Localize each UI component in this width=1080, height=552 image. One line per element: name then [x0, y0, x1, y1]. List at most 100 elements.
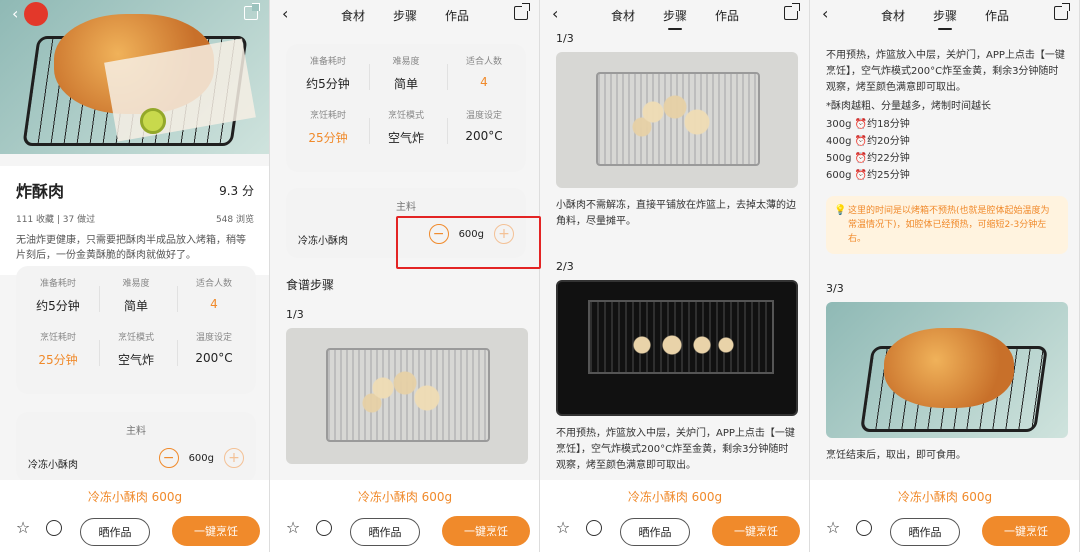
show-work-button[interactable]: 晒作品: [350, 518, 420, 546]
stat-label: 准备耗时: [309, 57, 346, 67]
comment-icon[interactable]: [316, 520, 332, 536]
minus-icon[interactable]: −: [158, 448, 179, 468]
top-nav: ‹ 食材 步骤 作品: [270, 0, 539, 30]
quantity-stepper[interactable]: − 600g +: [158, 448, 244, 468]
stat-label: 难易度: [392, 57, 420, 67]
stat-servings: 适合人数 4: [448, 54, 520, 92]
tab-works[interactable]: 作品: [715, 7, 739, 24]
step-2-text: 不用预热，炸篮放入中层，关炉门，APP上点击【一键烹饪】，空气炸模式200°C炸…: [826, 50, 1065, 93]
stat-cook-time: 烹饪耗时 25分钟: [292, 108, 370, 146]
tab-steps[interactable]: 步骤: [663, 7, 687, 24]
tomato-decoration: [24, 2, 48, 26]
bottom-bar: 冷冻小酥肉 600g ☆ 晒作品 一键烹饪: [810, 480, 1079, 552]
stats-row-1: 准备耗时 约5分钟 难易度 简单 适合人数 4: [292, 54, 520, 92]
comment-icon[interactable]: [46, 520, 62, 536]
ingredient-qty: 600g: [188, 452, 214, 464]
tip-box: 💡 这里的时间是以烤箱不预热(也就是腔体起始温度为常温情况下)，如腔体已经预热，…: [826, 196, 1068, 254]
one-click-cook-button[interactable]: 一键烹饪: [712, 516, 800, 546]
share-icon[interactable]: [244, 3, 260, 20]
stat-difficulty: 难易度 简单: [100, 276, 178, 314]
screenshot-panels: ‹ 炸酥肉 9.3 分 111 收藏 | 37 做过 548 浏览 无油炸更健康…: [0, 0, 1080, 552]
recipe-title-block: 炸酥肉 9.3 分 111 收藏 | 37 做过 548 浏览 无油炸更健康，只…: [0, 166, 269, 275]
stat-label: 烹饪模式: [117, 333, 154, 343]
stat-value: 25分钟: [308, 131, 348, 145]
main-ingredients-title: 主料: [126, 426, 146, 437]
stat-temperature: 温度设定 200°C: [448, 108, 520, 146]
timing-300g: 300g ⏰约18分钟: [826, 119, 910, 130]
share-icon[interactable]: [784, 3, 800, 20]
tip-text: 这里的时间是以烤箱不预热(也就是腔体起始温度为常温情况下)，如腔体已经预热，可缩…: [848, 206, 1050, 244]
one-click-cook-button[interactable]: 一键烹饪: [442, 516, 530, 546]
tab-ingredients[interactable]: 食材: [881, 7, 905, 24]
timing-note: *酥肉越粗、分量越多，烤制时间越长: [826, 101, 991, 112]
tabs: 食材 步骤 作品: [881, 7, 1009, 24]
star-icon[interactable]: ☆: [284, 519, 302, 537]
step-3-image: [826, 302, 1068, 438]
stat-label: 适合人数: [195, 279, 232, 289]
one-click-cook-button[interactable]: 一键烹饪: [982, 516, 1070, 546]
bottom-ingredient-summary: 冷冻小酥肉 600g: [357, 490, 453, 504]
back-icon[interactable]: ‹: [822, 4, 828, 23]
main-ingredients-card: 主料 冷冻小酥肉 − 600g +: [16, 412, 256, 482]
recipe-stats-card: 准备耗时 约5分钟 难易度 简单 适合人数 4 烹饪耗时 25分钟 烹饪模式 空…: [286, 44, 526, 172]
recipe-description: 无油炸更健康，只需要把酥肉半成品放入烤箱，稍等片刻后，一份金黄酥脆的酥肉就做好了…: [16, 235, 246, 261]
star-icon[interactable]: ☆: [14, 519, 32, 537]
step-3-text: 烹饪结束后，取出，即可食用。: [826, 450, 966, 461]
show-work-button[interactable]: 晒作品: [620, 518, 690, 546]
panel-3-steps: ‹ 食材 步骤 作品 1/3 小酥肉不需解冻，直接平铺放在炸篮上，去掉太薄的边角…: [540, 0, 810, 552]
stat-label: 准备耗时: [39, 279, 76, 289]
comment-icon[interactable]: [856, 520, 872, 536]
tabs: 食材 步骤 作品: [611, 7, 739, 24]
star-icon[interactable]: ☆: [824, 519, 842, 537]
panel-1-overview: ‹ 炸酥肉 9.3 分 111 收藏 | 37 做过 548 浏览 无油炸更健康…: [0, 0, 270, 552]
tab-steps[interactable]: 步骤: [393, 7, 417, 24]
stat-servings: 适合人数 4: [178, 276, 250, 314]
show-work-button[interactable]: 晒作品: [80, 518, 150, 546]
tab-ingredients[interactable]: 食材: [341, 7, 365, 24]
tab-works[interactable]: 作品: [985, 7, 1009, 24]
stat-cook-mode: 烹饪模式 空气炸: [370, 108, 448, 146]
main-ingredients-title: 主料: [396, 202, 416, 213]
ingredient-name: 冷冻小酥肉: [28, 460, 78, 471]
recipe-meta: 111 收藏 | 37 做过 548 浏览: [16, 212, 254, 225]
one-click-cook-button[interactable]: 一键烹饪: [172, 516, 260, 546]
stat-prep-time: 准备耗时 约5分钟: [292, 54, 370, 92]
stat-value: 4: [480, 75, 488, 89]
stats-row-2: 烹饪耗时 25分钟 烹饪模式 空气炸 温度设定 200°C: [22, 330, 250, 368]
tab-works[interactable]: 作品: [445, 7, 469, 24]
show-work-button[interactable]: 晒作品: [890, 518, 960, 546]
comment-icon[interactable]: [586, 520, 602, 536]
bottom-ingredient-summary: 冷冻小酥肉 600g: [627, 490, 723, 504]
back-icon[interactable]: ‹: [552, 4, 558, 23]
recipe-hero-image: ‹: [0, 0, 269, 154]
stat-prep-time: 准备耗时 约5分钟: [22, 276, 100, 314]
lime-decoration: [140, 108, 166, 134]
back-icon[interactable]: ‹: [12, 4, 18, 23]
step-1-image: [556, 52, 798, 188]
share-icon[interactable]: [1054, 3, 1070, 20]
tab-steps[interactable]: 步骤: [933, 7, 957, 24]
step-3-label: 3/3: [826, 282, 844, 295]
stats-row-1: 准备耗时 约5分钟 难易度 简单 适合人数 4: [22, 276, 250, 314]
plus-icon[interactable]: +: [224, 448, 244, 468]
back-icon[interactable]: ‹: [282, 4, 288, 23]
stat-label: 难易度: [122, 279, 150, 289]
star-icon[interactable]: ☆: [554, 519, 572, 537]
stat-difficulty: 难易度 简单: [370, 54, 448, 92]
bottom-bar: 冷冻小酥肉 600g ☆ 晒作品 一键烹饪: [270, 480, 539, 552]
step-2-image: [556, 280, 798, 416]
stat-value: 空气炸: [117, 353, 154, 367]
bottom-ingredient-summary: 冷冻小酥肉 600g: [897, 490, 993, 504]
highlight-box: [396, 216, 541, 269]
tab-ingredients[interactable]: 食材: [611, 7, 635, 24]
stat-value: 4: [210, 297, 218, 311]
share-icon[interactable]: [514, 3, 530, 20]
stat-value: 200°C: [195, 351, 233, 365]
recipe-meta-left: 111 收藏 | 37 做过: [16, 215, 96, 225]
stat-label: 烹饪模式: [387, 111, 424, 121]
step-1-label: 1/3: [556, 32, 574, 45]
timing-500g: 500g ⏰约22分钟: [826, 153, 910, 164]
stat-temperature: 温度设定 200°C: [178, 330, 250, 368]
stat-value: 25分钟: [38, 353, 78, 367]
stat-value: 200°C: [465, 129, 503, 143]
